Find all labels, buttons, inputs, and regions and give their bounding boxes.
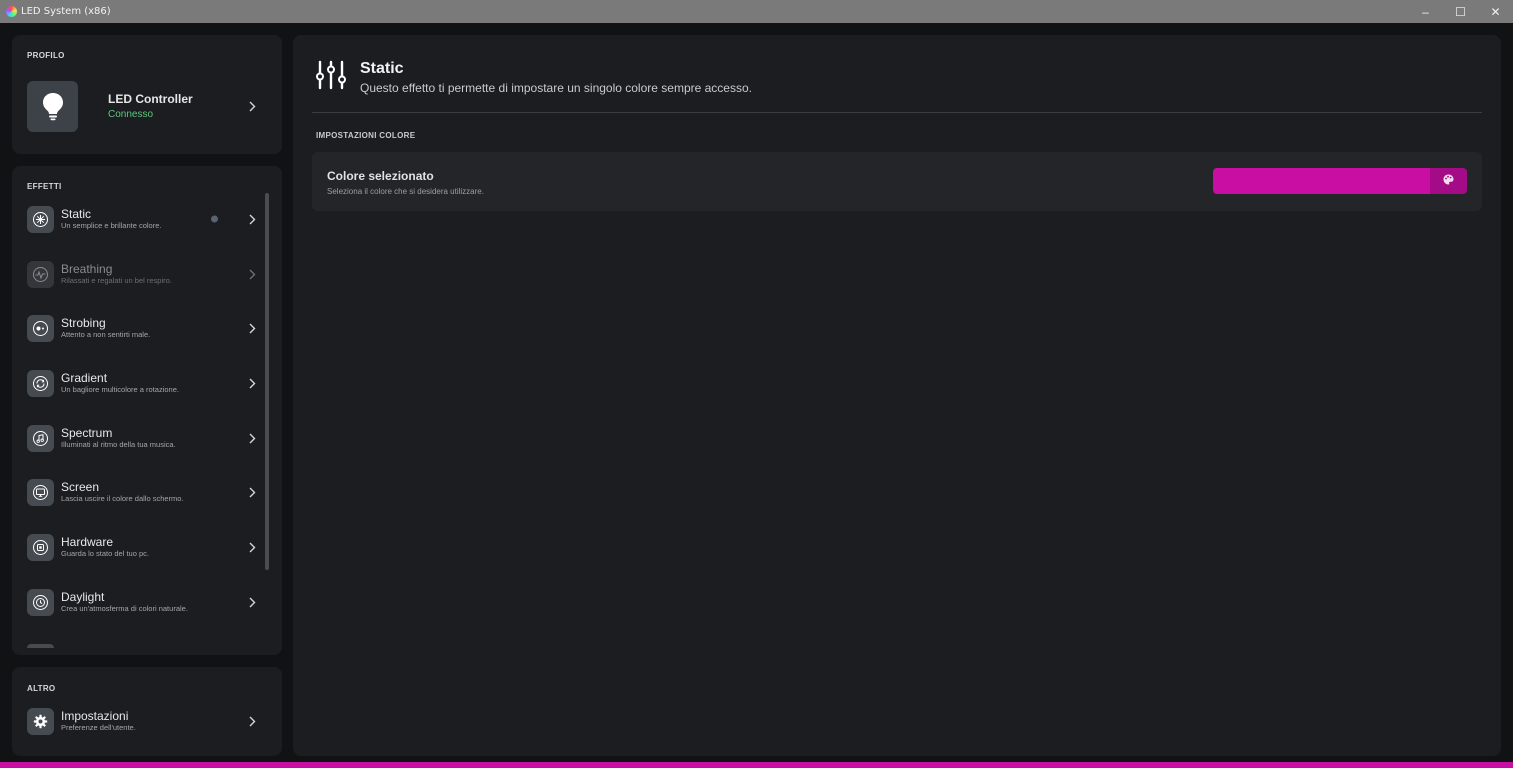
clock-icon xyxy=(27,588,54,616)
main-panel: Static Questo effetto ti permette di imp… xyxy=(293,35,1501,756)
effects-scrollbar[interactable] xyxy=(265,193,269,570)
effects-panel: EFFETTI Static Un semplice e brillante c… xyxy=(12,166,282,655)
static-icon xyxy=(27,205,54,233)
maximize-button[interactable]: ☐ xyxy=(1443,0,1478,23)
lightbulb-icon xyxy=(27,80,78,132)
chevron-right-icon xyxy=(247,715,257,727)
effect-name: Hardware xyxy=(61,534,114,549)
effect-description: Attento a non sentirti male. xyxy=(61,329,151,339)
sidebar-item-daylight[interactable]: Daylight Crea un'atmosferma di colori na… xyxy=(27,585,267,619)
music-note-icon xyxy=(27,424,54,452)
sidebar-item-static[interactable]: Static Un semplice e brillante colore. xyxy=(27,202,267,236)
setting-description: Seleziona il colore che si desidera util… xyxy=(327,187,484,196)
sidebar-item-gradient[interactable]: Gradient Un bagliore multicolore a rotaz… xyxy=(27,366,267,400)
effect-description: Rilassati e regalati un bel respiro. xyxy=(61,275,172,285)
settings-description: Preferenze dell'utente. xyxy=(61,722,136,732)
profile-card[interactable]: LED Controller Connesso xyxy=(27,80,267,132)
chevron-right-icon xyxy=(247,541,257,553)
close-button[interactable]: ✕ xyxy=(1478,0,1513,23)
selected-color-setting: Colore selezionato Seleziona il colore c… xyxy=(312,152,1482,211)
sidebar-item-strobing[interactable]: Strobing Attento a non sentirti male. xyxy=(27,311,267,345)
selected-color-swatch[interactable] xyxy=(1213,168,1430,194)
chip-icon xyxy=(27,533,54,561)
effects-section-label: EFFETTI xyxy=(27,182,62,191)
sidebar-item-spectrum[interactable]: Spectrum Illuminati al ritmo della tua m… xyxy=(27,421,267,455)
effect-description: Un bagliore multicolore a rotazione. xyxy=(61,384,179,394)
effect-name: Daylight xyxy=(61,589,105,604)
window-title: LED System (x86) xyxy=(21,6,111,17)
sidebar-item-breathing[interactable]: Breathing Rilassati e regalati un bel re… xyxy=(27,257,267,291)
chevron-right-icon xyxy=(247,432,257,444)
effect-name: Strobing xyxy=(61,315,106,330)
gradient-icon xyxy=(27,369,54,397)
gear-icon xyxy=(27,707,54,735)
page-subtitle: Questo effetto ti permette di impostare … xyxy=(360,81,752,95)
color-settings-section-label: IMPOSTAZIONI COLORE xyxy=(316,131,416,140)
chevron-right-icon xyxy=(247,322,257,334)
chevron-right-icon xyxy=(247,213,257,225)
effect-name: Spectrum xyxy=(61,425,113,440)
effect-description: Illuminati al ritmo della tua musica. xyxy=(61,439,176,449)
other-panel: ALTRO Impostazioni Preferenze dell'utent… xyxy=(12,667,282,756)
effect-description: Guarda lo stato del tuo pc. xyxy=(61,548,149,558)
window-controls: – ☐ ✕ xyxy=(1408,0,1513,23)
setting-title: Colore selezionato xyxy=(327,169,434,183)
accent-bar xyxy=(0,762,1513,768)
effect-name: Gradient xyxy=(61,370,108,385)
partial-item-icon xyxy=(27,644,54,648)
effect-name: Static xyxy=(61,206,92,221)
effect-name: Screen xyxy=(61,479,100,494)
breathing-icon xyxy=(27,260,54,288)
profile-section-label: PROFILO xyxy=(27,51,65,60)
chevron-right-icon xyxy=(247,486,257,498)
page-title: Static xyxy=(360,60,404,77)
sidebar-item-settings[interactable]: Impostazioni Preferenze dell'utente. xyxy=(27,704,267,738)
settings-name: Impostazioni xyxy=(61,708,129,723)
effect-description: Crea un'atmosferma di colori naturale. xyxy=(61,603,188,613)
minimize-button[interactable]: – xyxy=(1408,0,1443,23)
sliders-icon xyxy=(315,59,347,91)
palette-icon xyxy=(1443,172,1454,190)
color-picker[interactable] xyxy=(1213,168,1467,194)
chevron-right-icon xyxy=(247,268,257,280)
sidebar-item-screen[interactable]: Screen Lascia uscire il colore dallo sch… xyxy=(27,475,267,509)
color-picker-button[interactable] xyxy=(1430,168,1467,194)
device-status: Connesso xyxy=(108,109,154,120)
sidebar-item-hardware[interactable]: Hardware Guarda lo stato del tuo pc. xyxy=(27,530,267,564)
chevron-right-icon xyxy=(247,596,257,608)
effect-description: Un semplice e brillante colore. xyxy=(61,220,162,230)
other-section-label: ALTRO xyxy=(27,684,56,693)
chevron-right-icon xyxy=(247,100,257,112)
profile-panel: PROFILO LED Controller Connesso xyxy=(12,35,282,154)
active-indicator xyxy=(211,215,218,223)
device-name: LED Controller xyxy=(108,92,193,106)
effect-description: Lascia uscire il colore dallo schermo. xyxy=(61,493,184,503)
monitor-icon xyxy=(27,478,54,506)
app-logo-icon xyxy=(6,6,17,17)
header-divider xyxy=(312,112,1482,113)
effect-name: Breathing xyxy=(61,261,113,276)
chevron-right-icon xyxy=(247,377,257,389)
strobing-icon xyxy=(27,314,54,342)
title-bar: LED System (x86) – ☐ ✕ xyxy=(0,0,1513,23)
